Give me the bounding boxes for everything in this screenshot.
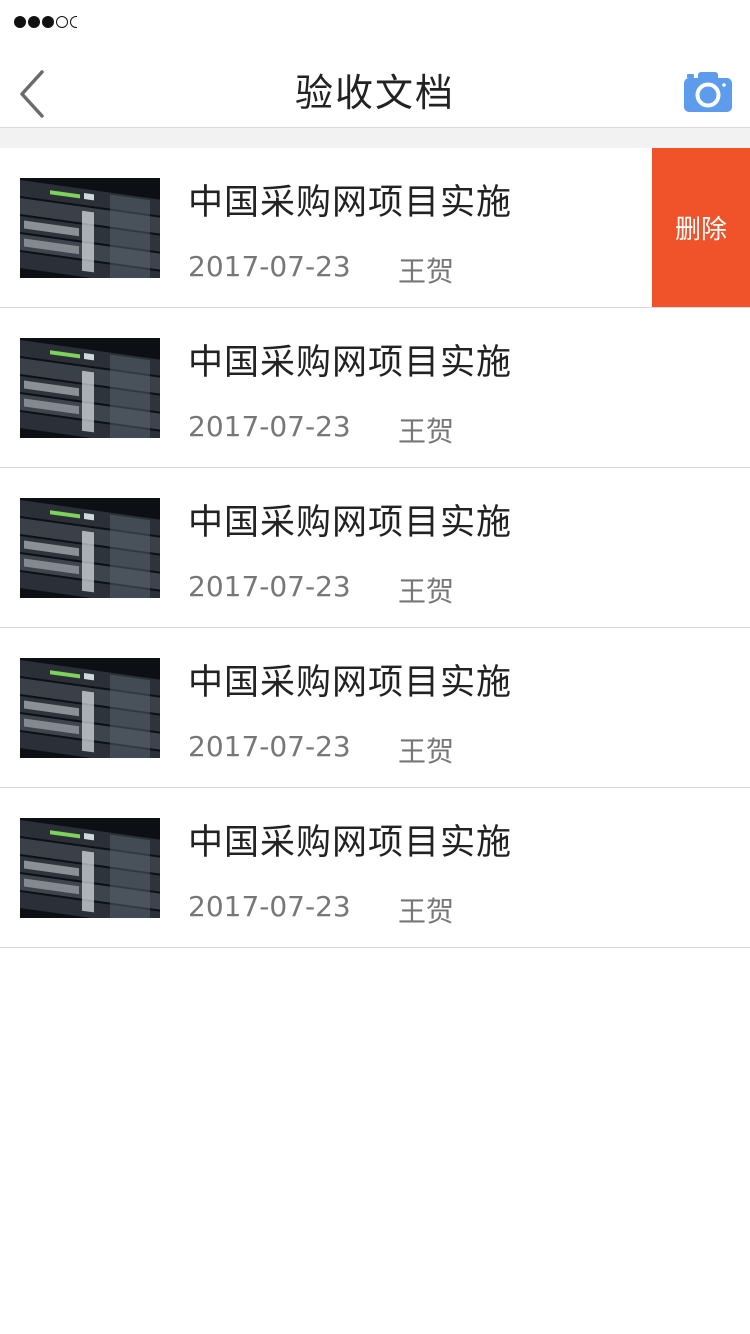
- item-title: 中国采购网项目实施: [188, 183, 513, 223]
- signal-strength-icon: [14, 16, 77, 28]
- item-title: 中国采购网项目实施: [188, 343, 513, 383]
- status-bar: [0, 0, 750, 40]
- server-rack-thumbnail: [20, 498, 160, 598]
- camera-button[interactable]: [684, 70, 732, 112]
- list-item[interactable]: 中国采购网项目实施 2017-07-23 王贺 删除: [0, 148, 750, 308]
- item-title: 中国采购网项目实施: [188, 823, 513, 863]
- item-author: 王贺: [398, 575, 455, 608]
- document-list: 中国采购网项目实施 2017-07-23 王贺 删除 中国采购网项目实施 201…: [0, 148, 750, 948]
- item-author: 王贺: [398, 255, 455, 288]
- item-author: 王贺: [398, 415, 455, 448]
- list-item[interactable]: 中国采购网项目实施 2017-07-23 王贺: [0, 308, 750, 468]
- item-date: 2017-07-23: [188, 890, 351, 923]
- item-author: 王贺: [398, 895, 455, 928]
- server-rack-thumbnail: [20, 658, 160, 758]
- server-rack-thumbnail: [20, 338, 160, 438]
- section-gap: [0, 128, 750, 148]
- nav-bar: 验收文档: [0, 40, 750, 128]
- item-title: 中国采购网项目实施: [188, 663, 513, 703]
- list-item[interactable]: 中国采购网项目实施 2017-07-23 王贺: [0, 468, 750, 628]
- page-title: 验收文档: [294, 71, 455, 115]
- item-date: 2017-07-23: [188, 250, 351, 283]
- camera-icon: [684, 72, 732, 112]
- server-rack-thumbnail: [20, 178, 160, 278]
- list-item[interactable]: 中国采购网项目实施 2017-07-23 王贺: [0, 628, 750, 788]
- item-title: 中国采购网项目实施: [188, 503, 513, 543]
- item-date: 2017-07-23: [188, 570, 351, 603]
- item-author: 王贺: [398, 735, 455, 768]
- delete-button[interactable]: 删除: [652, 148, 750, 307]
- server-rack-thumbnail: [20, 818, 160, 918]
- item-date: 2017-07-23: [188, 730, 351, 763]
- item-date: 2017-07-23: [188, 410, 351, 443]
- list-item[interactable]: 中国采购网项目实施 2017-07-23 王贺: [0, 788, 750, 948]
